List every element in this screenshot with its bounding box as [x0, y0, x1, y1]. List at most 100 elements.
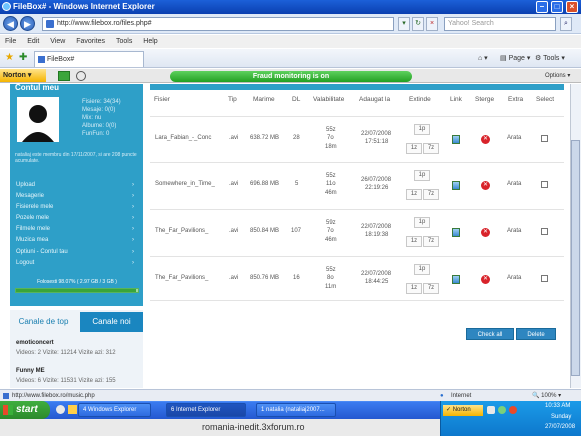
- taskbar-internet-explorer[interactable]: 6 Internet Explorer: [166, 403, 246, 417]
- delete-icon[interactable]: ✕: [481, 135, 490, 144]
- extra-show-link[interactable]: Arata: [507, 181, 521, 187]
- maximize-button[interactable]: □: [551, 1, 563, 13]
- menu-view[interactable]: View: [50, 38, 65, 45]
- menu-tools[interactable]: Tools: [116, 38, 132, 45]
- feed-item-name[interactable]: emoticoncert: [16, 340, 54, 346]
- clock-time: 10:33 AM: [545, 403, 571, 409]
- extra-show-link[interactable]: Arata: [507, 228, 521, 234]
- stat-messages: Mesaje: 0(0): [82, 107, 116, 113]
- sidebar-item-muzica[interactable]: Muzica mea: [16, 237, 134, 243]
- delete-icon[interactable]: ✕: [481, 181, 490, 190]
- col-adaugat[interactable]: Adaugat la: [359, 96, 390, 103]
- check-all-button[interactable]: Check all: [466, 328, 514, 340]
- extend-1z-button[interactable]: 1z: [406, 189, 422, 200]
- download-link-icon[interactable]: [452, 275, 460, 284]
- extend-1z-button[interactable]: 1z: [406, 283, 422, 294]
- extend-1p-button[interactable]: 1p: [414, 217, 430, 228]
- file-name[interactable]: Somewhere_in_Time_: [155, 181, 215, 187]
- add-favorites-icon[interactable]: ✚: [19, 52, 27, 63]
- back-button[interactable]: ◀: [3, 16, 18, 31]
- select-checkbox[interactable]: [541, 275, 548, 282]
- extra-show-link[interactable]: Arata: [507, 135, 521, 141]
- sidebar-item-upload[interactable]: Upload: [16, 182, 134, 188]
- col-valabilitate[interactable]: Valabilitate: [313, 96, 344, 103]
- col-extra: Extra: [508, 96, 524, 103]
- tools-menu[interactable]: ⚙ Tools ▾: [535, 54, 565, 62]
- sidebar-item-poze[interactable]: Pozele mele: [16, 215, 134, 221]
- page-menu[interactable]: ▤ Page ▾: [500, 54, 530, 62]
- menu-favorites[interactable]: Favorites: [76, 38, 105, 45]
- download-count: 16: [293, 275, 300, 281]
- extend-7z-button[interactable]: 7z: [423, 189, 439, 200]
- extend-7z-button[interactable]: 7z: [423, 236, 439, 247]
- norton-tray-button[interactable]: ✓ Norton: [443, 405, 483, 416]
- extend-1p-button[interactable]: 1p: [414, 264, 430, 275]
- forward-button[interactable]: ▶: [20, 16, 35, 31]
- feed-item-stats: Videos: 2 Vizite: 11214 Vizite azi: 312: [16, 350, 116, 356]
- stop-button[interactable]: ×: [426, 17, 438, 31]
- taskbar-windows-explorer[interactable]: 4 Windows Explorer: [78, 403, 151, 417]
- col-marime[interactable]: Marime: [253, 96, 275, 103]
- sidebar-item-filme[interactable]: Filmele mele: [16, 226, 134, 232]
- norton-safe-icon[interactable]: [58, 71, 70, 81]
- tray-messenger-icon[interactable]: [498, 406, 506, 414]
- sidebar-item-fisiere[interactable]: Fisierele mele: [16, 204, 134, 210]
- extend-1p-button[interactable]: 1p: [414, 124, 430, 135]
- delete-icon[interactable]: ✕: [481, 275, 490, 284]
- menu-help[interactable]: Help: [143, 38, 157, 45]
- extend-7z-button[interactable]: 7z: [423, 143, 439, 154]
- search-button[interactable]: ⌕: [560, 17, 572, 31]
- globe-icon[interactable]: [76, 71, 86, 81]
- tray-antivirus-icon[interactable]: [509, 406, 517, 414]
- address-bar[interactable]: http://www.filebox.ro/files.php#: [42, 17, 394, 31]
- minimize-button[interactable]: –: [536, 1, 548, 13]
- sidebar-item-mesagerie[interactable]: Mesagerie: [16, 193, 134, 199]
- extend-7z-button[interactable]: 7z: [423, 283, 439, 294]
- start-button[interactable]: start: [0, 401, 50, 419]
- close-button[interactable]: ×: [566, 1, 578, 13]
- extend-1p-button[interactable]: 1p: [414, 170, 430, 181]
- added-date: 26/07/2008: [361, 177, 392, 183]
- download-link-icon[interactable]: [452, 135, 460, 144]
- scrollbar-thumb[interactable]: [571, 140, 580, 376]
- extra-show-link[interactable]: Arata: [507, 275, 521, 281]
- valid-minutes: 46m: [325, 190, 337, 196]
- select-checkbox[interactable]: [541, 181, 548, 188]
- feed-item-name[interactable]: Funny ME: [16, 368, 45, 374]
- download-link-icon[interactable]: [452, 228, 460, 237]
- sidebar-item-optiuni[interactable]: Optiuni - Contul tau: [16, 249, 134, 255]
- select-checkbox[interactable]: [541, 228, 548, 235]
- download-link-icon[interactable]: [452, 181, 460, 190]
- file-name[interactable]: Lara_Fabian_-_Conc: [155, 135, 211, 141]
- select-checkbox[interactable]: [541, 135, 548, 142]
- delete-button[interactable]: Delete: [516, 328, 556, 340]
- norton-button[interactable]: Norton ▾: [0, 69, 46, 82]
- home-icon[interactable]: ⌂ ▾: [478, 54, 488, 62]
- file-type: .avi: [229, 181, 239, 187]
- delete-icon[interactable]: ✕: [481, 228, 490, 237]
- norton-options[interactable]: Options ▾: [545, 72, 570, 79]
- tray-network-icon[interactable]: [487, 406, 495, 414]
- quicklaunch-ie-icon[interactable]: [56, 405, 65, 414]
- col-dl[interactable]: DL: [292, 96, 300, 103]
- favorites-star-icon[interactable]: ★: [5, 52, 14, 63]
- browser-tab[interactable]: FileBox#: [34, 51, 144, 67]
- search-input[interactable]: Yahoo! Search: [444, 17, 556, 31]
- menu-file[interactable]: File: [5, 38, 16, 45]
- refresh-button[interactable]: ↻: [412, 17, 424, 31]
- address-dropdown-button[interactable]: ▾: [398, 17, 410, 31]
- sidebar-item-logout[interactable]: Logout: [16, 260, 134, 266]
- sidebar-heading: Contul meu: [15, 83, 59, 92]
- taskbar-messenger[interactable]: 1 natalia (nataliaj2007...: [256, 403, 336, 417]
- file-name[interactable]: The_Far_Pavilions_: [155, 275, 208, 281]
- menu-edit[interactable]: Edit: [27, 38, 39, 45]
- extend-1z-button[interactable]: 1z: [406, 236, 422, 247]
- tab-canale-de-top[interactable]: Canale de top: [10, 312, 77, 332]
- tab-canale-noi[interactable]: Canale noi: [80, 312, 143, 332]
- file-name[interactable]: The_Far_Pavilions_: [155, 228, 208, 234]
- window-title-bar: FileBox# - Windows Internet Explorer – □…: [0, 0, 581, 14]
- quicklaunch-folder-icon[interactable]: [68, 405, 77, 414]
- col-fisier[interactable]: Fisier: [154, 96, 170, 103]
- col-tip[interactable]: Tip: [228, 96, 237, 103]
- extend-1z-button[interactable]: 1z: [406, 143, 422, 154]
